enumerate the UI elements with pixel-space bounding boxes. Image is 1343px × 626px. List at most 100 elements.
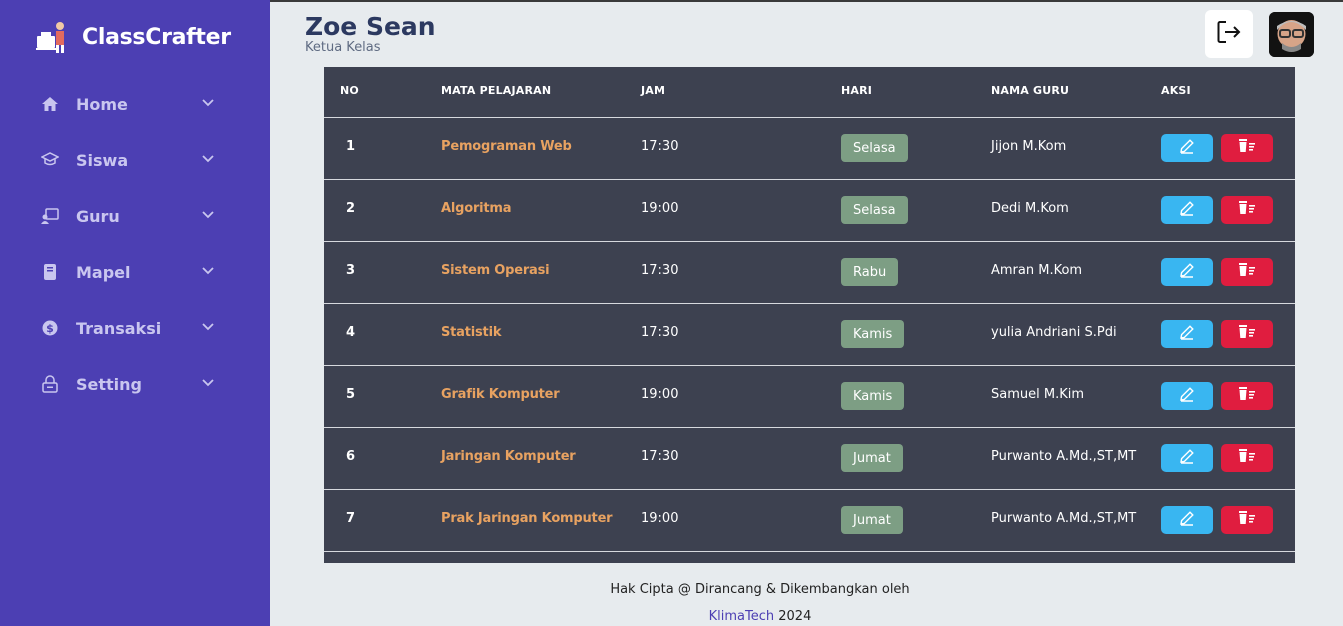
- user-role: Ketua Kelas: [305, 40, 381, 55]
- brand-name: ClassCrafter: [82, 24, 231, 50]
- edit-button[interactable]: [1161, 320, 1213, 348]
- dollar-coin-icon: $: [40, 318, 60, 338]
- sidebar-item-label: Transaksi: [76, 318, 162, 338]
- sidebar-item-mapel[interactable]: Mapel: [0, 244, 270, 300]
- sidebar-item-label: Siswa: [76, 150, 129, 170]
- book-icon: [40, 262, 60, 282]
- chevron-down-icon: [200, 319, 216, 335]
- edit-button[interactable]: [1161, 258, 1213, 286]
- day-badge: Selasa: [841, 196, 908, 224]
- column-header-subject: MATA PELAJARAN: [441, 84, 552, 97]
- edit-pencil-icon: [1178, 509, 1196, 531]
- chevron-down-icon: [200, 263, 216, 279]
- chevron-down-icon: [200, 151, 216, 167]
- subject-name: Pemograman Web: [441, 139, 572, 154]
- edit-pencil-icon: [1178, 261, 1196, 283]
- svg-text:$: $: [46, 322, 54, 335]
- day-badge: Kamis: [841, 320, 905, 348]
- lock-box-icon: [40, 374, 60, 394]
- edit-button[interactable]: [1161, 134, 1213, 162]
- delete-button[interactable]: [1221, 196, 1273, 224]
- table-row: 2 Algoritma 19:00 Selasa Dedi M.Kom: [324, 179, 1295, 241]
- edit-pencil-icon: [1178, 447, 1196, 469]
- table-row: 6 Jaringan Komputer 17:30 Jumat Purwanto A.M…: [324, 427, 1295, 489]
- row-number: 7: [346, 511, 356, 526]
- brand-logo-icon: [36, 20, 68, 54]
- delete-button[interactable]: [1221, 134, 1273, 162]
- edit-button[interactable]: [1161, 506, 1213, 534]
- teacher-name: Samuel M.Kim: [991, 387, 1085, 402]
- teacher-name: Purwanto A.Md.,ST,MT: [991, 511, 1137, 526]
- edit-button[interactable]: [1161, 382, 1213, 410]
- trash-icon: [1237, 138, 1257, 158]
- chevron-down-icon: [200, 375, 216, 391]
- chevron-down-icon: [200, 207, 216, 223]
- teacher-board-icon: [40, 206, 60, 226]
- edit-pencil-icon: [1178, 199, 1196, 221]
- edit-pencil-icon: [1178, 137, 1196, 159]
- delete-button[interactable]: [1221, 258, 1273, 286]
- day-badge: Selasa: [841, 134, 908, 162]
- chevron-down-icon: [200, 95, 216, 111]
- sidebar-item-label: Mapel: [76, 262, 131, 282]
- row-number: 4: [346, 325, 356, 340]
- trash-icon: [1237, 200, 1257, 220]
- edit-pencil-icon: [1178, 385, 1196, 407]
- day-badge: Rabu: [841, 258, 899, 286]
- edit-button[interactable]: [1161, 196, 1213, 224]
- row-number: 2: [346, 201, 356, 216]
- home-icon: [40, 94, 60, 114]
- edit-button[interactable]: [1161, 444, 1213, 472]
- row-number: 6: [346, 449, 356, 464]
- class-time: 17:30: [641, 325, 679, 340]
- sidebar-item-guru[interactable]: Guru: [0, 188, 270, 244]
- subject-name: Statistik: [441, 325, 502, 340]
- delete-button[interactable]: [1221, 444, 1273, 472]
- footer-company-link[interactable]: KlimaTech: [709, 609, 775, 624]
- sidebar-item-siswa[interactable]: Siswa: [0, 132, 270, 188]
- sidebar-item-label: Guru: [76, 206, 120, 226]
- day-badge: Jumat: [841, 506, 903, 534]
- class-time: 19:00: [641, 387, 679, 402]
- delete-button[interactable]: [1221, 320, 1273, 348]
- subject-name: Jaringan Komputer: [441, 449, 576, 464]
- subject-name: Grafik Komputer: [441, 387, 560, 402]
- logout-button[interactable]: [1205, 10, 1253, 58]
- column-header-action: AKSI: [1161, 84, 1191, 97]
- avatar[interactable]: [1269, 12, 1314, 57]
- table-row: 7 Prak Jaringan Komputer 19:00 Jumat Purwant…: [324, 489, 1295, 551]
- teacher-name: yulia Andriani S.Pdi: [991, 325, 1117, 340]
- brand[interactable]: ClassCrafter: [36, 20, 231, 54]
- trash-icon: [1237, 262, 1257, 282]
- delete-button[interactable]: [1221, 506, 1273, 534]
- teacher-name: Dedi M.Kom: [991, 201, 1069, 216]
- table-row: 3 Sistem Operasi 17:30 Rabu Amran M.Kom: [324, 241, 1295, 303]
- column-header-no: NO: [340, 84, 359, 97]
- table-end-divider: [324, 551, 1295, 563]
- teacher-name: Purwanto A.Md.,ST,MT: [991, 449, 1137, 464]
- trash-icon: [1237, 510, 1257, 530]
- table-row: 5 Grafik Komputer 19:00 Kamis Samuel M.Kim: [324, 365, 1295, 427]
- day-badge: Jumat: [841, 444, 903, 472]
- table-header: NO MATA PELAJARAN JAM HARI NAMA GURU AKS…: [324, 67, 1295, 117]
- row-number: 3: [346, 263, 356, 278]
- logout-icon: [1215, 18, 1243, 50]
- column-header-day: HARI: [841, 84, 873, 97]
- footer-year: 2024: [778, 609, 812, 624]
- delete-button[interactable]: [1221, 382, 1273, 410]
- sidebar-item-label: Home: [76, 94, 128, 114]
- sidebar-nav: Home Siswa Guru Mapel $ Transaksi Settin…: [0, 76, 270, 412]
- sidebar-item-setting[interactable]: Setting: [0, 356, 270, 412]
- sidebar: ClassCrafter Home Siswa Guru Mapel $ Tra…: [0, 0, 270, 626]
- sidebar-item-transaksi[interactable]: $ Transaksi: [0, 300, 270, 356]
- day-badge: Kamis: [841, 382, 905, 410]
- user-name: Zoe Sean: [305, 12, 436, 41]
- class-time: 17:30: [641, 263, 679, 278]
- trash-icon: [1237, 324, 1257, 344]
- table-row: 4 Statistik 17:30 Kamis yulia Andriani S.Pdi: [324, 303, 1295, 365]
- schedule-table: NO MATA PELAJARAN JAM HARI NAMA GURU AKS…: [324, 67, 1295, 563]
- sidebar-item-home[interactable]: Home: [0, 76, 270, 132]
- class-time: 19:00: [641, 201, 679, 216]
- class-time: 17:30: [641, 139, 679, 154]
- subject-name: Prak Jaringan Komputer: [441, 511, 613, 526]
